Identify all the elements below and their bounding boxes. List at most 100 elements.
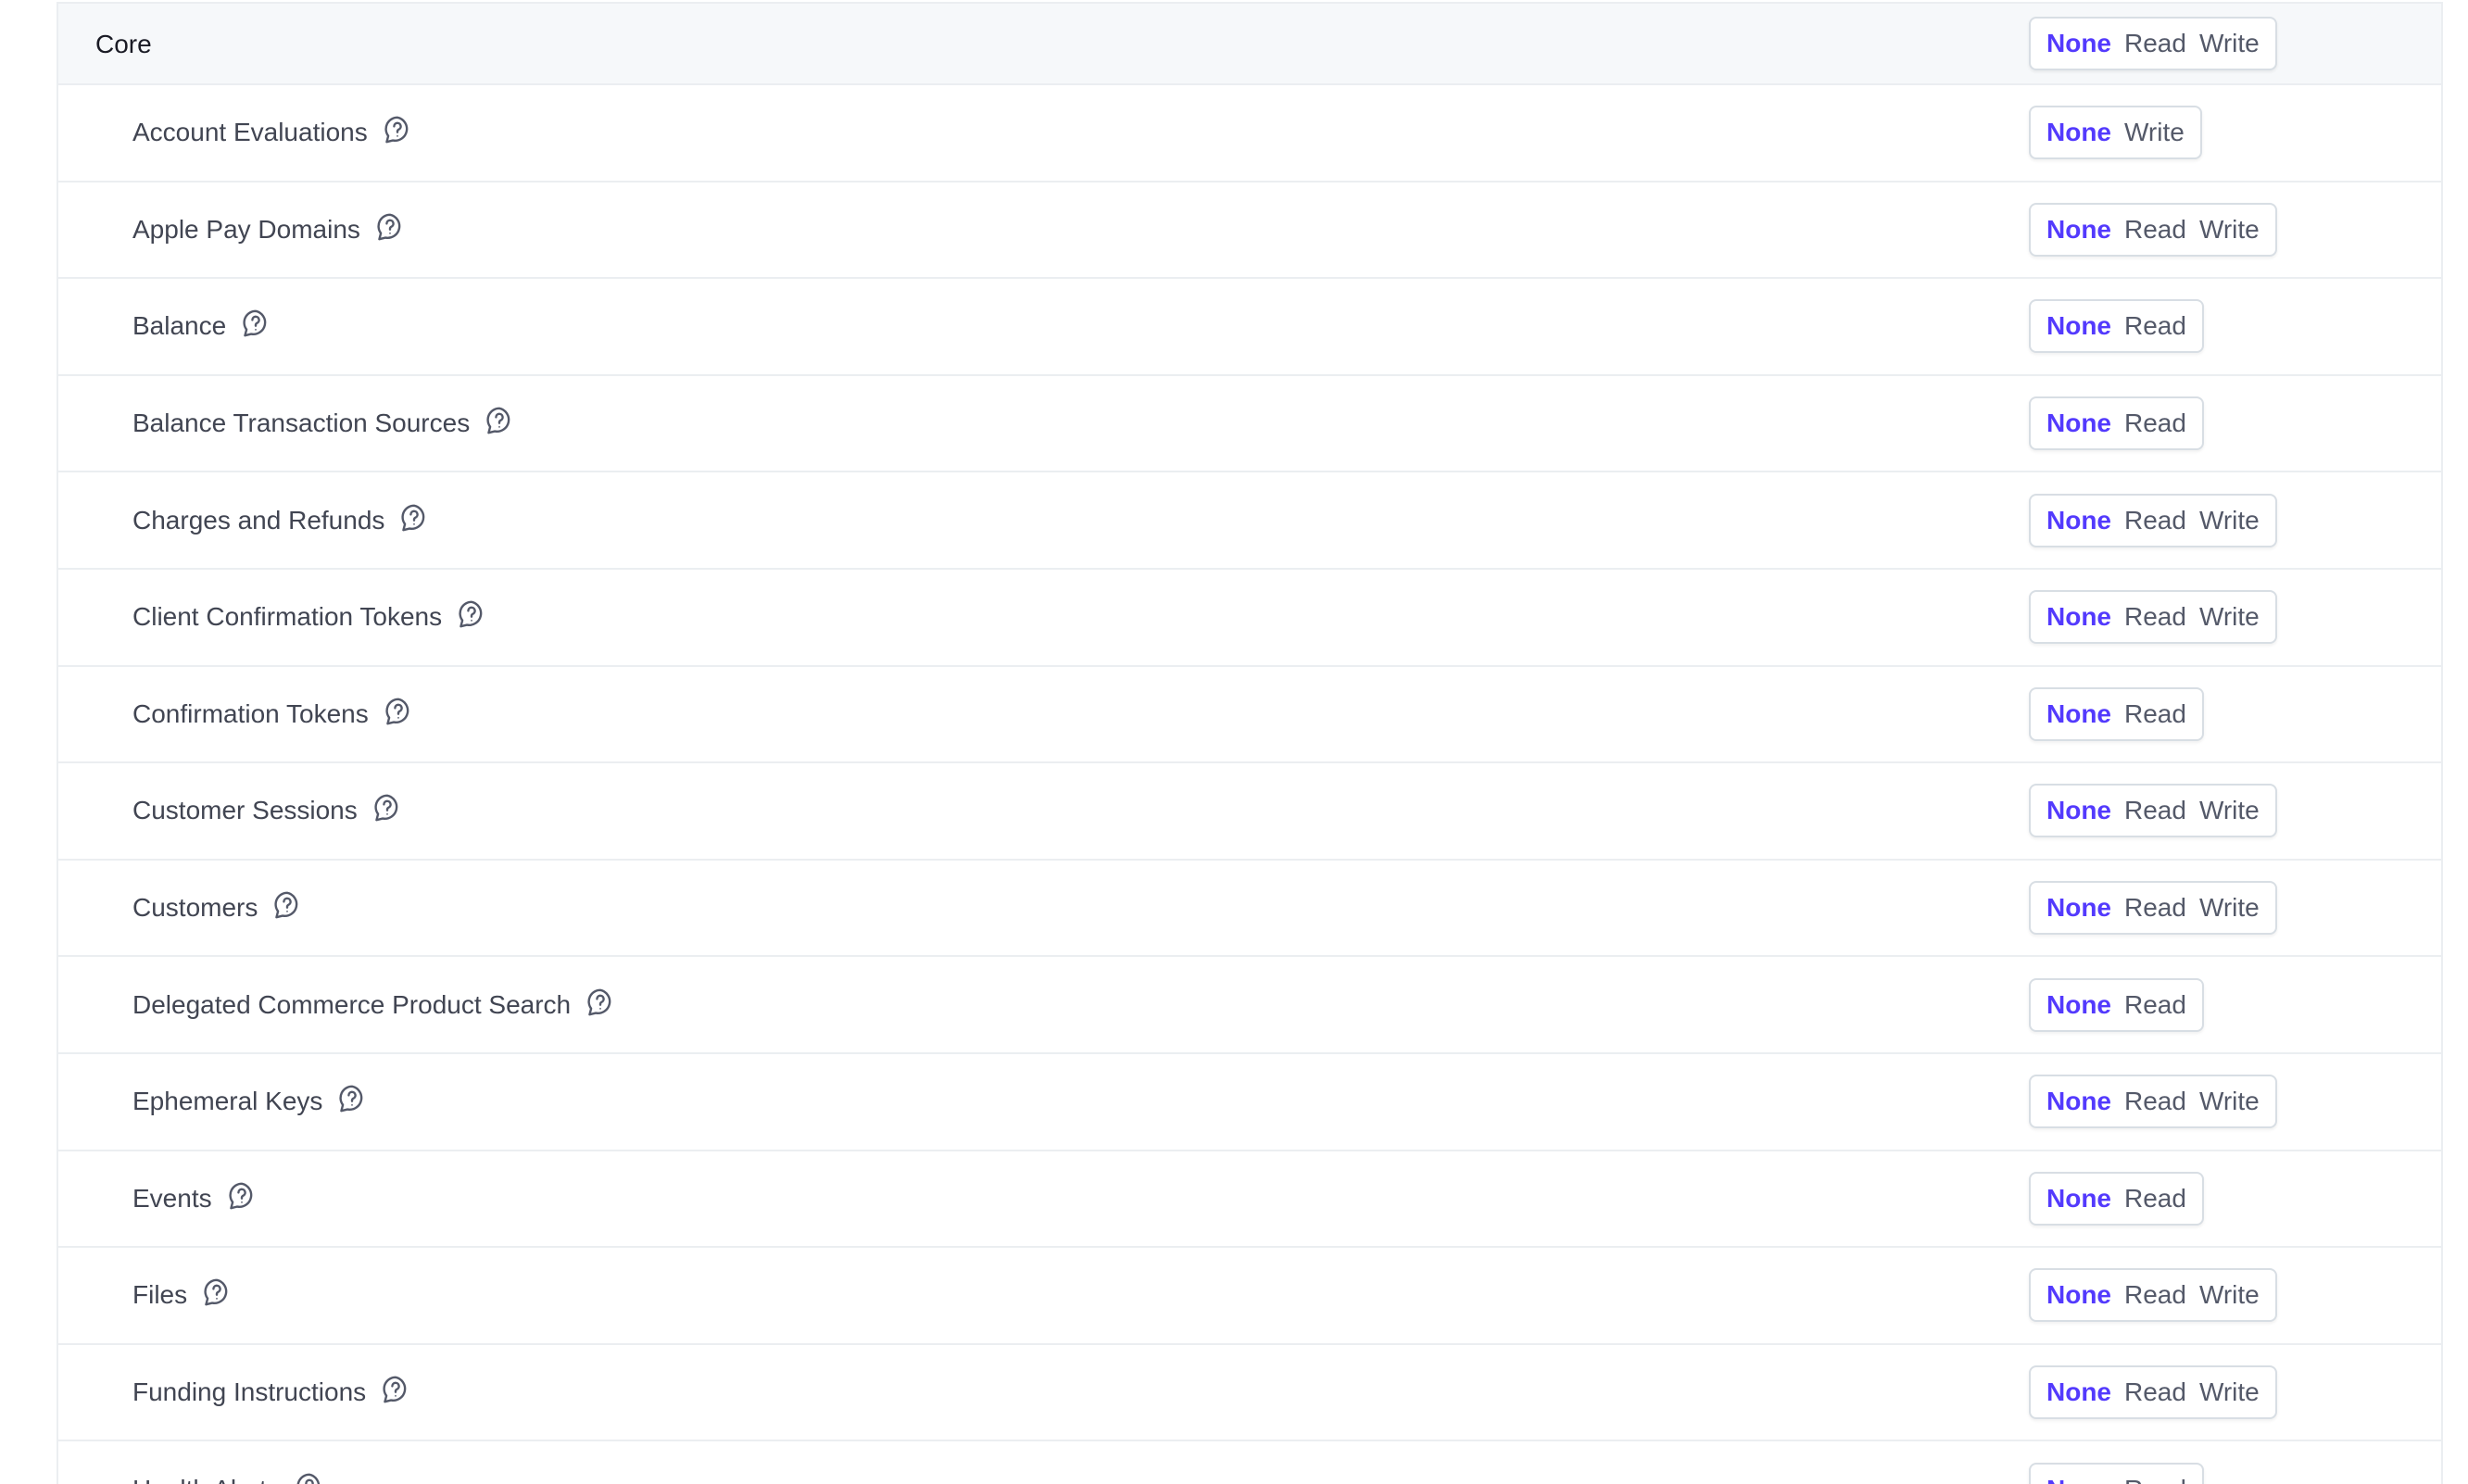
permission-label-wrap: Events — [132, 1151, 258, 1247]
permission-label: Balance Transaction Sources — [132, 409, 471, 438]
permission-selector[interactable]: None Write — [2029, 106, 2202, 160]
option-write[interactable]: Write — [2193, 1087, 2266, 1116]
option-none[interactable]: None — [2040, 215, 2118, 245]
permission-selector[interactable]: NoneRead — [2029, 1462, 2204, 1484]
option-read[interactable]: Read — [2118, 409, 2193, 438]
option-write[interactable]: Write — [2193, 29, 2266, 58]
question-bubble-icon[interactable] — [382, 695, 415, 728]
question-bubble-icon[interactable] — [379, 1373, 412, 1406]
option-none[interactable]: None — [2040, 311, 2118, 341]
permission-label: Delegated Commerce Product Search — [132, 989, 572, 1019]
option-none[interactable]: None — [2040, 409, 2118, 438]
option-read[interactable]: Read — [2118, 893, 2193, 923]
option-none[interactable]: None — [2040, 893, 2118, 923]
option-read[interactable]: Read — [2118, 1475, 2193, 1484]
question-bubble-icon[interactable] — [373, 210, 407, 244]
permission-row-balance-transaction-sources: Balance Transaction Sources None Read — [58, 376, 2441, 473]
option-write[interactable]: Write — [2193, 215, 2266, 245]
permission-label: Balance — [132, 311, 227, 341]
option-read[interactable]: Read — [2118, 796, 2193, 825]
permission-label-wrap: Charges and Refunds — [132, 472, 431, 568]
permission-rows: Account Evaluations None Write Apple Pay Do… — [58, 85, 2441, 1484]
permission-selector[interactable]: None Read Write — [2029, 881, 2277, 936]
question-bubble-icon[interactable] — [483, 404, 516, 437]
permission-row-customer-sessions: Customer Sessions None Read Write — [58, 763, 2441, 861]
option-read[interactable]: Read — [2118, 1280, 2193, 1310]
permission-label-wrap: Confirmation Tokens — [132, 667, 415, 762]
option-none[interactable]: None — [2040, 1377, 2118, 1407]
question-bubble-icon[interactable] — [371, 791, 404, 824]
option-none[interactable]: None — [2040, 29, 2118, 58]
question-bubble-icon[interactable] — [239, 307, 272, 340]
option-none[interactable]: None — [2040, 1087, 2118, 1116]
permission-selector[interactable]: None Read Write — [2029, 784, 2277, 838]
option-none[interactable]: None — [2040, 796, 2118, 825]
permission-row-delegated-commerce-product-search: Delegated Commerce Product Search None Rea… — [58, 957, 2441, 1054]
permission-selector[interactable]: None Read Write — [2029, 1268, 2277, 1323]
option-write[interactable]: Write — [2193, 506, 2266, 535]
question-bubble-icon[interactable] — [584, 986, 617, 1019]
permission-label: Ephemeral Keys — [132, 1087, 323, 1116]
permission-selector[interactable]: NoneRead — [2029, 686, 2204, 741]
question-bubble-icon[interactable] — [293, 1470, 326, 1484]
question-bubble-icon[interactable] — [455, 597, 488, 631]
option-none[interactable]: None — [2040, 1475, 2118, 1484]
option-read[interactable]: Read — [2118, 1184, 2193, 1214]
permission-row-confirmation-tokens: Confirmation Tokens None Read — [58, 667, 2441, 764]
question-bubble-icon[interactable] — [271, 888, 304, 922]
option-none[interactable]: None — [2040, 990, 2118, 1020]
permission-row-health-alerts: Health Alerts NoneRead — [58, 1441, 2441, 1484]
option-read[interactable]: Read — [2118, 1087, 2193, 1116]
option-read[interactable]: Read — [2118, 311, 2193, 341]
permission-row-apple-pay-domains: Apple Pay Domains None Read Write — [58, 182, 2441, 280]
permission-label-wrap: Files — [132, 1248, 233, 1343]
permission-selector[interactable]: None Read Write — [2029, 1365, 2277, 1420]
permission-label-wrap: Customer Sessions — [132, 763, 404, 859]
permission-selector[interactable]: None Read Write — [2029, 493, 2277, 547]
permission-selector[interactable]: NoneRead — [2029, 977, 2204, 1032]
option-none[interactable]: None — [2040, 118, 2118, 147]
permission-row-files: Files None Read Write — [58, 1248, 2441, 1345]
question-bubble-icon[interactable] — [200, 1276, 233, 1309]
option-write[interactable]: Write — [2193, 796, 2266, 825]
option-write[interactable]: Write — [2193, 1280, 2266, 1310]
option-read[interactable]: Read — [2118, 699, 2193, 729]
permission-selector[interactable]: NoneRead — [2029, 299, 2204, 354]
option-read[interactable]: Read — [2118, 29, 2193, 58]
permission-selector[interactable]: None Read Write — [2029, 590, 2277, 645]
permission-label-wrap: Client Confirmation Tokens — [132, 570, 488, 665]
option-none[interactable]: None — [2040, 1280, 2118, 1310]
option-write[interactable]: Write — [2193, 893, 2266, 923]
option-write[interactable]: Write — [2193, 1377, 2266, 1407]
permission-label: Account Evaluations — [132, 118, 368, 147]
permission-selector[interactable]: NoneRead — [2029, 1171, 2204, 1226]
question-bubble-icon[interactable] — [225, 1179, 258, 1213]
permission-row-funding-instructions: Funding Instructions None Read Write — [58, 1345, 2441, 1442]
permission-label-wrap: Ephemeral Keys — [132, 1054, 369, 1150]
permission-selector[interactable]: None Read Write — [2029, 202, 2277, 257]
option-none[interactable]: None — [2040, 699, 2118, 729]
option-none[interactable]: None — [2040, 1184, 2118, 1214]
permission-label: Customer Sessions — [132, 796, 358, 825]
permission-selector[interactable]: NoneRead — [2029, 396, 2204, 451]
question-bubble-icon[interactable] — [397, 501, 431, 534]
permission-label: Events — [132, 1183, 212, 1213]
group-permission-selector[interactable]: None Read Write — [2029, 17, 2277, 70]
permission-row-charges-and-refunds: Charges and Refunds None Read Write — [58, 472, 2441, 570]
option-read[interactable]: Read — [2118, 990, 2193, 1020]
option-read[interactable]: Read — [2118, 506, 2193, 535]
question-bubble-icon[interactable] — [335, 1082, 369, 1115]
permission-label-wrap: Delegated Commerce Product Search — [132, 957, 617, 1052]
option-none[interactable]: None — [2040, 506, 2118, 535]
permission-label: Apple Pay Domains — [132, 214, 360, 244]
option-write[interactable]: Write — [2193, 602, 2266, 632]
question-bubble-icon[interactable] — [381, 113, 414, 146]
permissions-panel: Core None Read Write Account Evaluations No… — [57, 2, 2443, 1484]
option-none[interactable]: None — [2040, 602, 2118, 632]
option-read[interactable]: Read — [2118, 1377, 2193, 1407]
option-read[interactable]: Read — [2118, 215, 2193, 245]
permission-selector[interactable]: None Read Write — [2029, 1075, 2277, 1129]
permission-label: Confirmation Tokens — [132, 698, 369, 728]
option-write[interactable]: Write — [2118, 118, 2191, 147]
option-read[interactable]: Read — [2118, 602, 2193, 632]
